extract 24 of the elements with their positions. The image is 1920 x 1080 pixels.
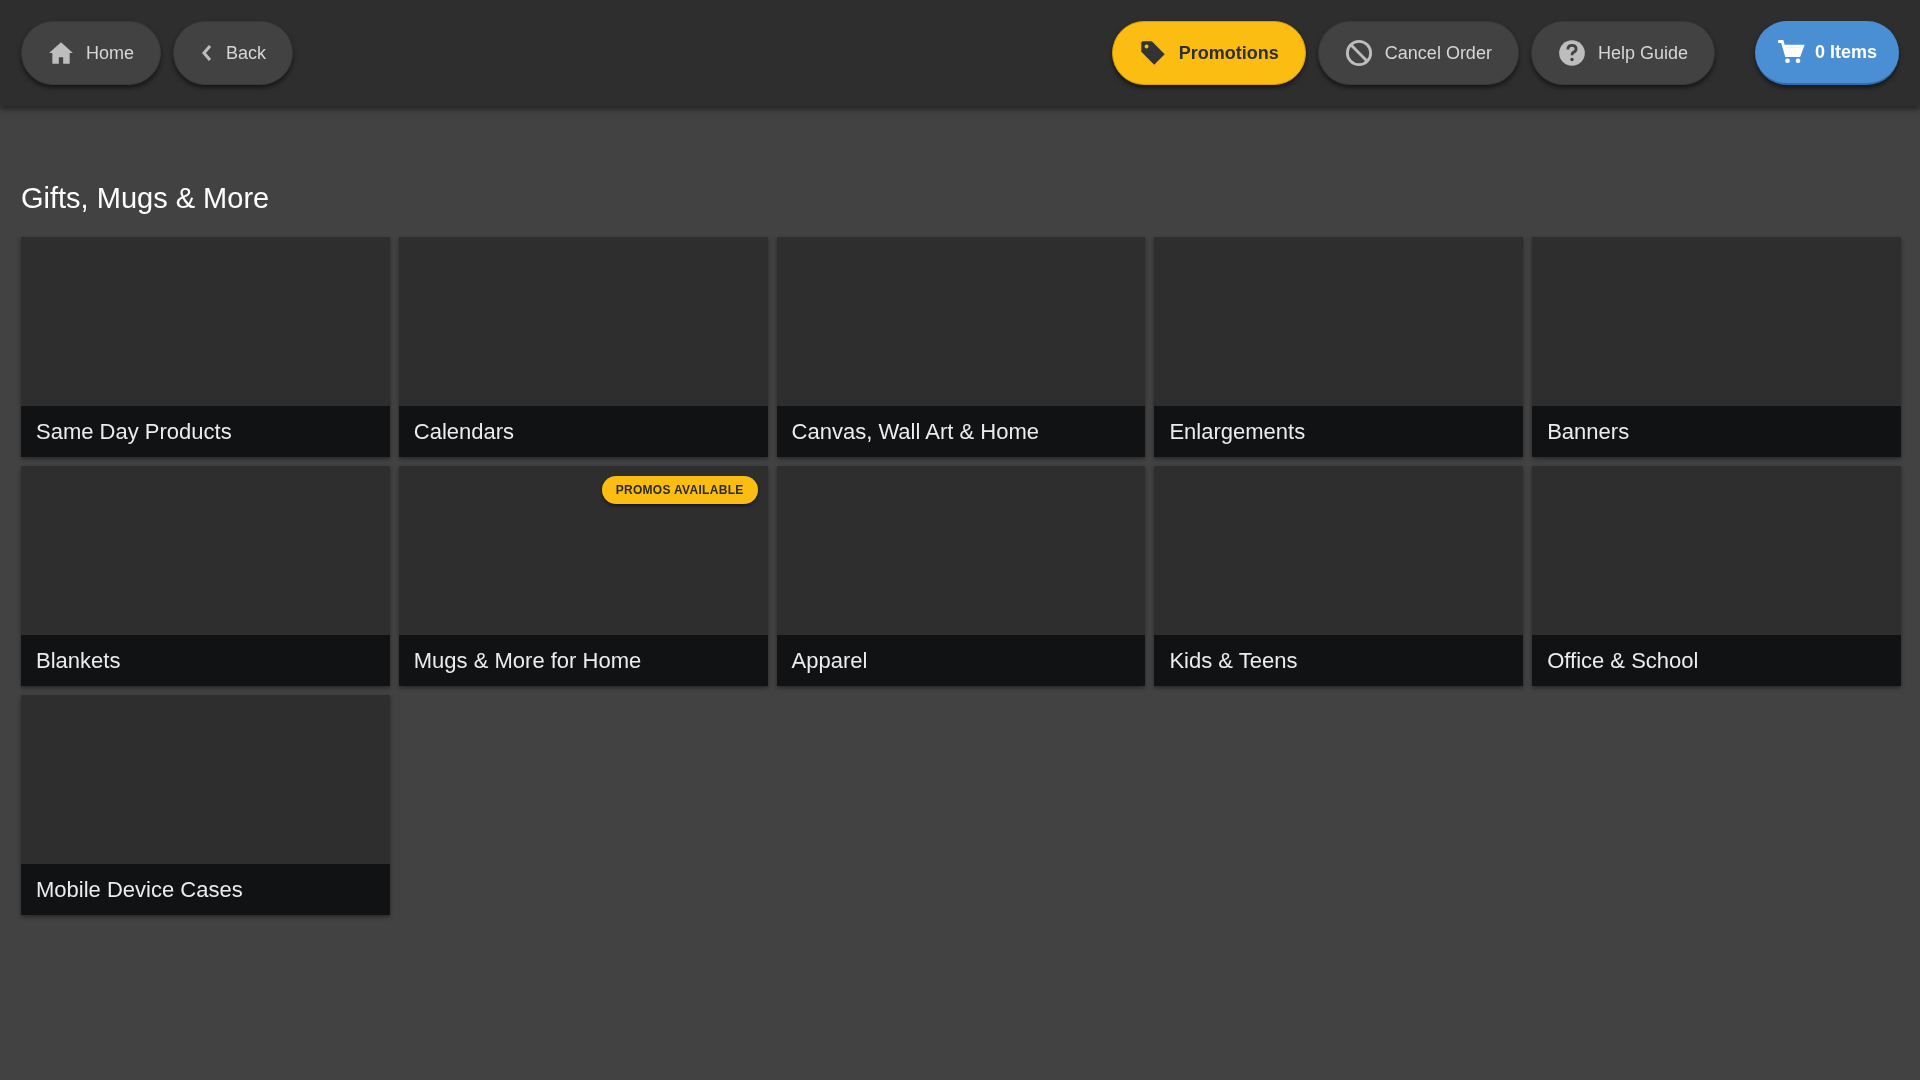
prohibited-icon	[1344, 39, 1373, 67]
help-button[interactable]: Help Guide	[1530, 21, 1715, 85]
home-icon	[48, 41, 74, 65]
category-tile[interactable]: Kids & Teens	[1154, 466, 1524, 686]
cart-icon	[1776, 38, 1805, 66]
category-tile[interactable]: Enlargements	[1154, 237, 1524, 457]
category-tile[interactable]: Banners	[1532, 237, 1901, 457]
category-tile[interactable]: PROMOS AVAILABLE Mugs & More for Home	[398, 466, 768, 686]
tag-icon	[1138, 39, 1167, 67]
help-icon	[1557, 39, 1586, 67]
chevron-left-icon	[200, 44, 214, 62]
category-tile[interactable]: Apparel	[776, 466, 1146, 686]
category-tile[interactable]: Office & School	[1532, 466, 1901, 686]
cancel-button[interactable]: Cancel Order	[1317, 21, 1519, 85]
category-tile[interactable]: Blankets	[21, 466, 390, 686]
promo-badge: PROMOS AVAILABLE	[601, 476, 758, 504]
home-button[interactable]: Home	[21, 21, 161, 85]
back-button[interactable]: Back	[173, 21, 294, 85]
category-tile[interactable]: Canvas, Wall Art & Home	[776, 237, 1146, 457]
category-tile[interactable]: Calendars	[398, 237, 768, 457]
category-tile[interactable]: Mobile Device Cases	[21, 695, 390, 915]
category-tile[interactable]: Same Day Products	[21, 237, 390, 457]
promotions-button[interactable]: Promotions	[1111, 21, 1306, 85]
page-heading: Gifts, Mugs & More	[21, 184, 271, 213]
